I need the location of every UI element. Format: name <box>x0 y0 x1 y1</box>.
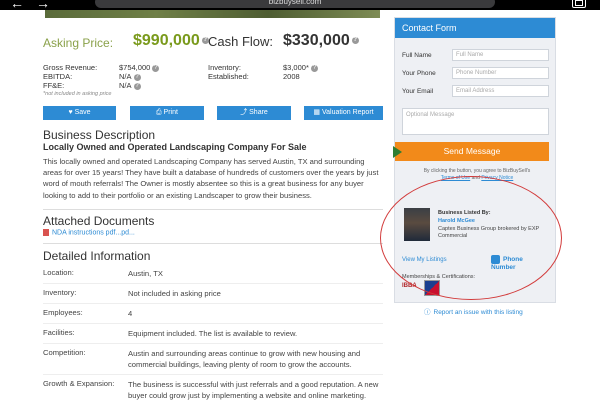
contact-form-title: Contact Form <box>395 18 555 38</box>
inventory-value: $3,000*? <box>283 63 318 72</box>
browser-top-bar: ← → bizbuysell.com <box>0 0 600 11</box>
info-icon[interactable]: ? <box>133 73 141 81</box>
legal-notice: By clicking the button, you agree to Biz… <box>423 168 531 181</box>
listed-by-label: Business Listed By: <box>438 210 491 216</box>
terms-link[interactable]: Terms of Use <box>441 175 470 181</box>
phone-input[interactable]: Phone Number <box>452 67 549 79</box>
detail-row: Employees: 4 <box>43 304 383 324</box>
cash-flow-value: $330,000? <box>283 32 359 49</box>
detailed-information-heading: Detailed Information <box>43 249 151 263</box>
ffe-value: N/A? <box>119 81 141 90</box>
broker-avatar <box>404 208 430 241</box>
privacy-link[interactable]: Privacy Notice <box>481 175 513 181</box>
financials: Gross Revenue: $754,000? Inventory: $3,0… <box>43 63 383 97</box>
detail-row: Growth & Expansion: The business is succe… <box>43 375 383 400</box>
detail-row: Inventory: Not included in asking price <box>43 284 383 304</box>
broker-name[interactable]: Harold McGee <box>438 218 475 224</box>
email-input[interactable]: Email Address <box>452 85 549 97</box>
valuation-report-button[interactable]: ▦ Valuation Report <box>304 106 383 120</box>
business-description-heading: Business Description <box>43 128 156 142</box>
pdf-icon <box>43 229 49 236</box>
info-icon[interactable]: ? <box>351 37 359 45</box>
broker-company: Captex Business Group brokered by EXP Co… <box>438 226 540 239</box>
inventory-note: *not included in asking price <box>43 91 112 97</box>
attached-document-link[interactable]: NDA instructions pdf...pd... <box>43 229 135 236</box>
full-name-label: Full Name <box>402 52 432 59</box>
business-description-body: This locally owned and operated Landscap… <box>43 157 379 200</box>
info-icon[interactable]: ? <box>133 82 141 90</box>
established-label: Established: <box>208 72 249 81</box>
details-table: Location: Austin, TX Inventory: Not includ… <box>43 264 383 400</box>
hero-image <box>45 10 380 18</box>
phone-number-button[interactable]: Phone Number <box>491 255 549 271</box>
device-icon <box>572 0 586 8</box>
asking-price-value: $990,000? <box>133 32 209 49</box>
gross-revenue-label: Gross Revenue: <box>43 63 98 72</box>
inventory-label: Inventory: <box>208 63 241 72</box>
business-description-subheading: Locally Owned and Operated Landscaping C… <box>43 142 307 152</box>
send-message-button[interactable]: Send Message <box>395 142 549 161</box>
gross-revenue-value: $754,000? <box>119 63 160 72</box>
action-buttons: ♥ Save ⎙ Print ⤴ Share ▦ Valuation Repor… <box>43 106 383 120</box>
broker-card: Business Listed By: Harold McGee Captex … <box>402 198 549 278</box>
certification-badge <box>424 280 440 296</box>
phone-icon <box>491 255 500 264</box>
info-icon[interactable]: ? <box>152 64 160 72</box>
listing-page: Asking Price: $990,000? Cash Flow: $330,… <box>0 10 600 400</box>
divider <box>43 209 383 210</box>
ebitda-value: N/A? <box>119 72 141 81</box>
detail-row: Facilities: Equipment included. The list … <box>43 324 383 344</box>
ebitda-label: EBITDA: <box>43 72 73 81</box>
divider <box>43 243 383 244</box>
ffe-label: FF&E: <box>43 81 65 90</box>
share-button[interactable]: ⤴ Share <box>217 106 291 120</box>
save-button[interactable]: ♥ Save <box>43 106 116 120</box>
asking-price-label: Asking Price: <box>43 36 114 50</box>
contact-form: Contact Form Full Name Full Name Your Ph… <box>393 17 556 303</box>
detail-row: Competition: Austin and surrounding areas… <box>43 344 383 375</box>
ibba-logo: IBBA <box>402 283 417 289</box>
url-bar[interactable]: bizbuysell.com <box>95 0 495 8</box>
message-textarea[interactable]: Optional Message <box>402 108 549 135</box>
print-button[interactable]: ⎙ Print <box>130 106 204 120</box>
attached-documents-heading: Attached Documents <box>43 214 155 228</box>
report-issue-link[interactable]: Report an issue with this listing <box>424 306 523 316</box>
detail-row: Location: Austin, TX <box>43 264 383 284</box>
full-name-input[interactable]: Full Name <box>452 49 549 61</box>
established-value: 2008 <box>283 72 300 81</box>
email-label: Your Email <box>402 88 434 95</box>
arrow-icon <box>393 146 402 158</box>
phone-label: Your Phone <box>402 70 436 77</box>
view-my-listings-link[interactable]: View My Listings <box>402 257 447 263</box>
cash-flow-label: Cash Flow: <box>208 34 274 49</box>
price-row: Asking Price: $990,000? Cash Flow: $330,… <box>43 32 383 52</box>
info-icon[interactable]: ? <box>310 64 318 72</box>
